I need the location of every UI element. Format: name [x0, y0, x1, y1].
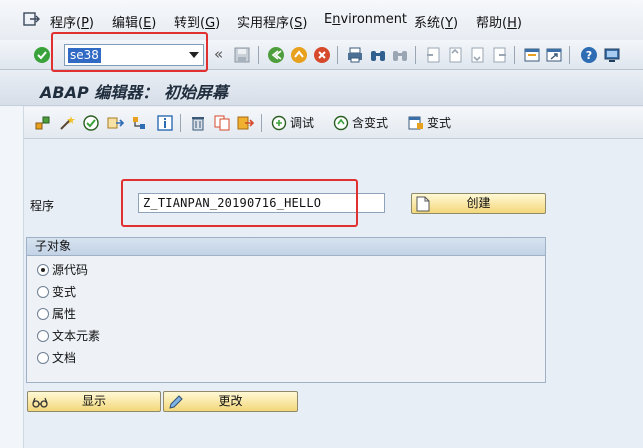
debug-icon [271, 115, 287, 131]
toolbar-separator [180, 114, 181, 132]
radio-variants[interactable]: 变式 [37, 283, 76, 301]
display-button-label: 显示 [81, 394, 106, 408]
menu-goto[interactable]: 转到(G) [174, 12, 220, 31]
back-icon[interactable] [267, 46, 285, 64]
title-bar: ABAP 编辑器： 初始屏幕 [0, 71, 643, 106]
copy-icon[interactable] [213, 114, 231, 132]
toolbar-separator [337, 46, 338, 64]
next-page-icon[interactable] [468, 46, 486, 64]
menu-edit[interactable]: 编辑(E) [112, 12, 156, 31]
new-document-icon [416, 196, 430, 212]
radio-label: 文本元素 [52, 329, 101, 343]
command-field[interactable]: se38 [64, 44, 204, 66]
customize-layout-icon[interactable] [603, 46, 621, 64]
radio-button[interactable] [37, 308, 49, 320]
enter-checkmark-icon[interactable] [33, 46, 51, 64]
rename-icon[interactable] [236, 114, 254, 132]
menu-environment[interactable]: Environment [324, 12, 407, 27]
change-button-label: 更改 [218, 394, 243, 408]
shortcut-icon[interactable] [545, 46, 563, 64]
subobjects-group: 子对象 源代码 变式 属性 文本元素 文档 [26, 237, 546, 383]
variants-icon [408, 116, 423, 130]
delete-trash-icon[interactable] [189, 114, 207, 132]
info-icon[interactable] [156, 114, 174, 132]
radio-text-elements[interactable]: 文本元素 [37, 327, 100, 345]
execute-with-variant-label: 含变式 [352, 116, 389, 130]
menu-bar: 程序(P) 编辑(E) 转到(G) 实用程序(S) Environment 系统… [0, 0, 643, 40]
create-button-label: 创建 [466, 196, 491, 210]
command-field-value: se38 [68, 48, 101, 63]
program-name-input[interactable]: Z_TIANPAN_20190716_HELLO [138, 193, 385, 213]
radio-label: 属性 [52, 307, 77, 321]
new-session-icon[interactable] [523, 46, 541, 64]
change-button[interactable]: 更改 [163, 391, 298, 412]
check-syntax-wand-icon[interactable] [58, 114, 76, 132]
execute-with-variant-button[interactable]: 含变式 [332, 114, 388, 132]
svg-text:?: ? [586, 49, 592, 62]
last-page-icon[interactable] [490, 46, 508, 64]
radio-documentation[interactable]: 文档 [37, 349, 76, 367]
radio-label: 变式 [52, 285, 77, 299]
toolbar-separator [569, 46, 570, 64]
first-page-icon[interactable] [424, 46, 442, 64]
save-icon[interactable] [233, 46, 251, 64]
print-icon[interactable] [346, 46, 364, 64]
radio-button[interactable] [37, 352, 49, 364]
menu-system[interactable]: 系统(Y) [414, 12, 458, 31]
object-list-icon[interactable] [34, 114, 52, 132]
program-label: 程序 [30, 199, 55, 213]
menu-help[interactable]: 帮助(H) [476, 12, 522, 31]
radio-source-code[interactable]: 源代码 [37, 261, 88, 279]
application-toolbar: 调试 含变式 变式 [24, 107, 643, 139]
menu-utilities[interactable]: 实用程序(S) [237, 12, 307, 31]
help-icon[interactable]: ? [580, 46, 598, 64]
toolbar-separator [514, 46, 515, 64]
debug-label: 调试 [290, 116, 315, 130]
where-used-icon[interactable] [130, 114, 148, 132]
menu-program[interactable]: 程序(P) [50, 12, 94, 31]
radio-button[interactable] [37, 286, 49, 298]
find-binoculars-icon[interactable] [369, 46, 387, 64]
display-button[interactable]: 显示 [27, 391, 161, 412]
radio-button[interactable] [37, 330, 49, 342]
toolbar-separator [261, 114, 262, 132]
exit-icon[interactable] [290, 46, 308, 64]
execute-variant-icon [333, 115, 349, 131]
test-execute-icon[interactable] [106, 114, 124, 132]
chevron-down-icon[interactable] [189, 52, 199, 58]
radio-attributes[interactable]: 属性 [37, 305, 76, 323]
find-next-icon[interactable] [391, 46, 409, 64]
activate-icon[interactable] [82, 114, 100, 132]
cancel-icon[interactable] [313, 46, 331, 64]
pencil-icon [169, 395, 183, 409]
toolbar-separator [258, 46, 259, 64]
debug-button[interactable]: 调试 [270, 114, 314, 132]
glasses-icon [32, 397, 48, 408]
page-title: ABAP 编辑器： 初始屏幕 [40, 83, 228, 102]
standard-toolbar: se38 « ? [0, 40, 643, 70]
collapse-double-chevron-icon[interactable]: « [214, 45, 223, 63]
subobjects-title: 子对象 [27, 238, 545, 256]
exit-menu-icon[interactable] [22, 10, 40, 28]
variants-button[interactable]: 变式 [407, 114, 451, 132]
previous-page-icon[interactable] [446, 46, 464, 64]
left-margin-strip [0, 71, 24, 448]
variants-label: 变式 [427, 116, 452, 130]
create-button[interactable]: 创建 [411, 193, 546, 214]
radio-label: 文档 [52, 351, 77, 365]
radio-button-selected[interactable] [37, 264, 49, 276]
toolbar-separator [415, 46, 416, 64]
radio-label: 源代码 [52, 263, 89, 277]
